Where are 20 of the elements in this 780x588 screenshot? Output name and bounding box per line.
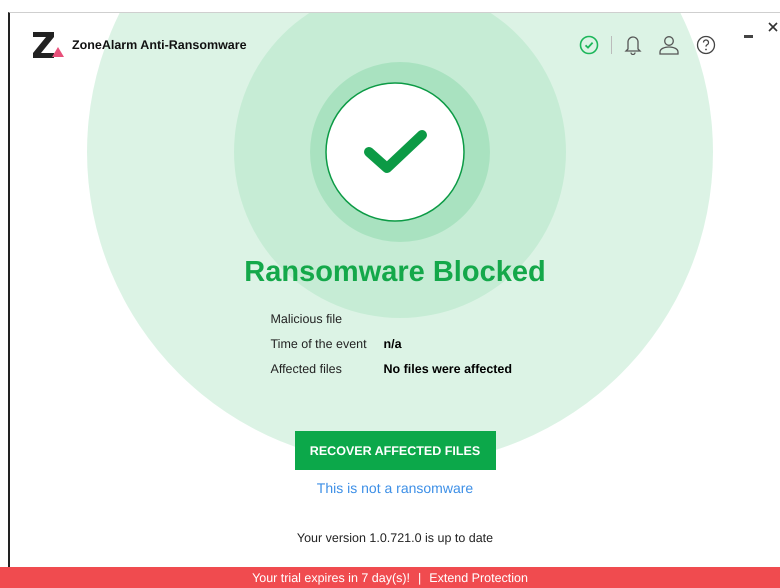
version-text: Your version 1.0.721.0 is up to date [296, 531, 494, 545]
not-ransomware-link[interactable]: This is not a ransomware [316, 480, 474, 496]
extend-protection-link[interactable]: Extend Protection [429, 570, 528, 584]
detail-label: Malicious file [270, 311, 344, 328]
app-title: ZoneAlarm Anti-Ransomware [72, 38, 247, 52]
detail-label: Affected files [270, 361, 343, 378]
bell-icon[interactable] [624, 35, 642, 55]
detail-value: n/a [384, 336, 403, 353]
user-icon[interactable] [658, 35, 680, 55]
separator: | [418, 570, 422, 584]
status-check-icon[interactable] [579, 35, 599, 55]
detail-value: No files were affected [384, 361, 514, 378]
recover-button[interactable]: RECOVER AFFECTED FILES [294, 431, 496, 470]
logo-icon [32, 31, 66, 59]
help-icon[interactable] [696, 35, 716, 55]
status-title: Ransomware Blocked [244, 256, 546, 289]
checkmark-icon [325, 82, 465, 222]
close-icon[interactable] [768, 22, 778, 32]
trial-message: Your trial expires in 7 day(s)! [252, 570, 410, 584]
detail-label: Time of the event [270, 336, 368, 353]
